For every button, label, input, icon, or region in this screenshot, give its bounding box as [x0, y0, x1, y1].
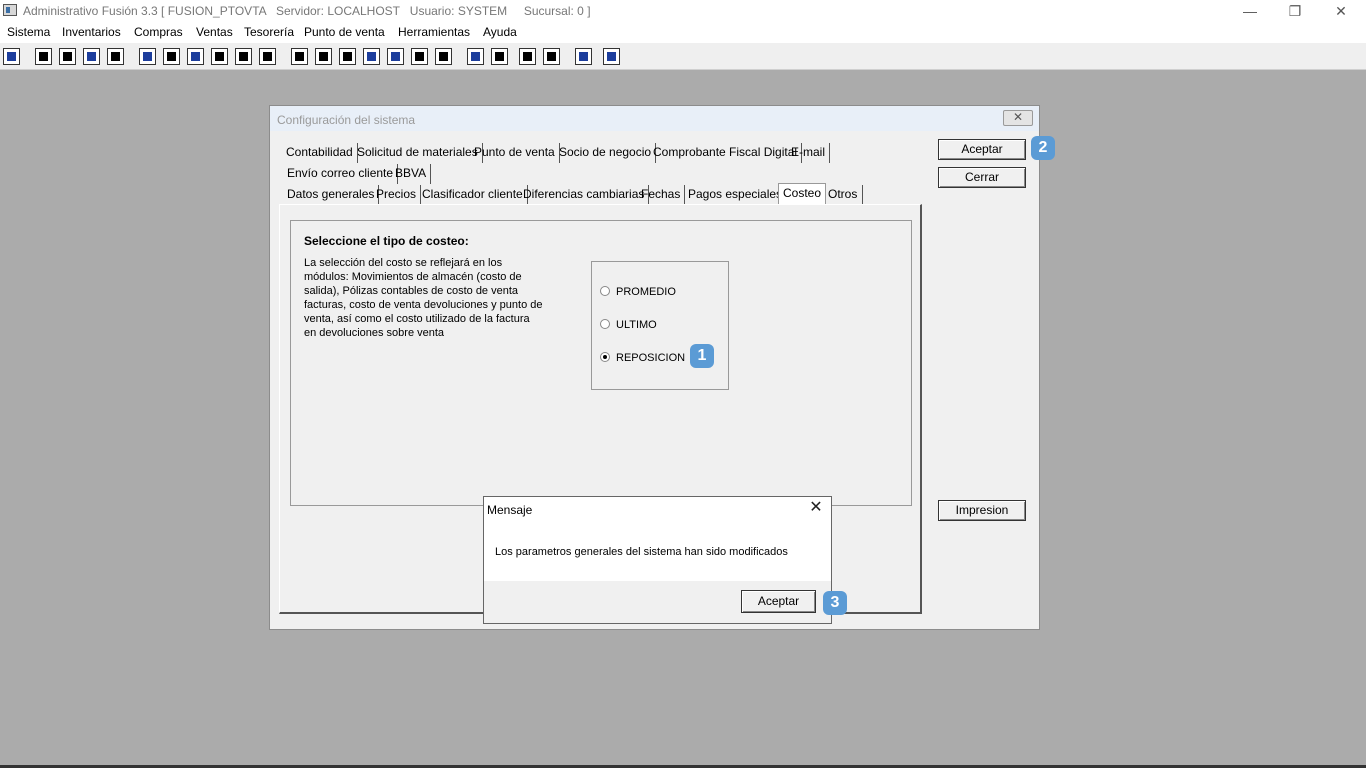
costing-options-group	[591, 261, 729, 390]
step-badge-3: 3	[823, 591, 847, 615]
step-badge-2: 2	[1031, 136, 1055, 160]
close-button[interactable]: Cerrar	[938, 167, 1026, 188]
menu-inventarios[interactable]: Inventarios	[62, 25, 121, 39]
find-icon[interactable]	[107, 48, 124, 65]
title-bar: Administrativo Fusión 3.3 [ FUSION_PTOVT…	[0, 0, 1366, 23]
toolbar	[0, 43, 1366, 70]
restore-icon[interactable]: ❐	[1272, 0, 1318, 23]
print-icon[interactable]	[211, 48, 228, 65]
message-dialog: Mensaje ✕ Los parametros generales del s…	[483, 496, 832, 624]
tab-contabilidad[interactable]: Contabilidad	[282, 143, 358, 163]
tab-fechas[interactable]: Fechas	[637, 185, 686, 205]
menu-punto-de-venta[interactable]: Punto de venta	[304, 25, 385, 39]
help-icon[interactable]	[603, 48, 620, 65]
tab-punto-de-venta[interactable]: Punto de venta	[470, 143, 560, 163]
window-title: Administrativo Fusión 3.3 [ FUSION_PTOVT…	[23, 4, 591, 18]
undo-icon[interactable]	[543, 48, 560, 65]
dollar-icon[interactable]	[387, 48, 404, 65]
list-icon[interactable]	[259, 48, 276, 65]
zoom-icon[interactable]	[491, 48, 508, 65]
home-icon[interactable]	[467, 48, 484, 65]
config-dialog-title: Configuración del sistema	[277, 113, 416, 127]
import-icon[interactable]	[187, 48, 204, 65]
transfer-icon[interactable]	[83, 48, 100, 65]
menu-sistema[interactable]: Sistema	[7, 25, 50, 39]
tab-clasificador-cliente[interactable]: Clasificador cliente	[418, 185, 528, 205]
section-description: La selección del costo se reflejará en l…	[304, 257, 543, 339]
tab-socio-de-negocio[interactable]: Socio de negocio	[555, 143, 657, 163]
table-icon[interactable]	[435, 48, 452, 65]
refresh-icon[interactable]	[519, 48, 536, 65]
radio-promedio[interactable]	[600, 286, 610, 296]
tab-solicitud-de-materiales[interactable]: Solicitud de materiales	[353, 143, 483, 163]
people-icon[interactable]	[291, 48, 308, 65]
message-ok-button[interactable]: Aceptar	[741, 590, 816, 613]
message-text: Los parametros generales del sistema han…	[495, 546, 788, 558]
menu-ayuda[interactable]: Ayuda	[483, 25, 517, 39]
menu-compras[interactable]: Compras	[134, 25, 183, 39]
clipboard-icon[interactable]	[59, 48, 76, 65]
app-icon	[3, 4, 17, 16]
print-button[interactable]: Impresion	[938, 500, 1026, 521]
radio-reposicion[interactable]	[600, 352, 610, 362]
minimize-icon[interactable]: —	[1227, 0, 1273, 23]
tab-envio-correo-cliente[interactable]: Envío correo cliente	[283, 164, 399, 184]
tab-otros[interactable]: Otros	[824, 185, 863, 205]
radio-promedio-label[interactable]: PROMEDIO	[616, 286, 676, 298]
calculator-icon[interactable]	[3, 48, 20, 65]
config-dialog-titlebar: Configuración del sistema ✕	[270, 106, 1039, 131]
export-icon[interactable]	[339, 48, 356, 65]
radio-reposicion-label[interactable]: REPOSICION	[616, 352, 685, 364]
close-icon[interactable]: ✕	[1003, 110, 1033, 126]
step-badge-1: 1	[690, 344, 714, 368]
menu-tesoreria[interactable]: Tesorería	[244, 25, 294, 39]
tab-precios[interactable]: Precios	[372, 185, 422, 205]
document-icon[interactable]	[235, 48, 252, 65]
add-icon[interactable]	[363, 48, 380, 65]
message-title: Mensaje	[487, 503, 533, 517]
folder-icon[interactable]	[163, 48, 180, 65]
tab-datos-generales[interactable]: Datos generales	[283, 185, 380, 205]
accept-button[interactable]: Aceptar	[938, 139, 1026, 160]
menu-bar: Sistema Inventarios Compras Ventas Tesor…	[0, 23, 1366, 43]
tab-diferencias-cambiarias[interactable]: Diferencias cambiarias	[519, 185, 650, 205]
back-icon[interactable]	[575, 48, 592, 65]
close-icon[interactable]: ✕	[1318, 0, 1364, 23]
radio-ultimo-label[interactable]: ULTIMO	[616, 319, 657, 331]
close-icon[interactable]: ✕	[807, 499, 825, 517]
user-icon[interactable]	[139, 48, 156, 65]
copy-icon[interactable]	[35, 48, 52, 65]
menu-ventas[interactable]: Ventas	[196, 25, 233, 39]
message-body: Mensaje ✕ Los parametros generales del s…	[484, 497, 831, 581]
tab-costeo[interactable]: Costeo	[778, 183, 827, 205]
tab-bbva[interactable]: BBVA	[391, 164, 432, 184]
tab-comprobante-fiscal-digital[interactable]: Comprobante Fiscal Digital	[649, 143, 803, 163]
note-icon[interactable]	[411, 48, 428, 65]
tab-email[interactable]: E-mail	[787, 143, 831, 163]
menu-herramientas[interactable]: Herramientas	[398, 25, 470, 39]
tab-pagos-especiales[interactable]: Pagos especiales	[684, 185, 788, 205]
box-icon[interactable]	[315, 48, 332, 65]
section-title: Seleccione el tipo de costeo:	[304, 234, 469, 248]
radio-ultimo[interactable]	[600, 319, 610, 329]
